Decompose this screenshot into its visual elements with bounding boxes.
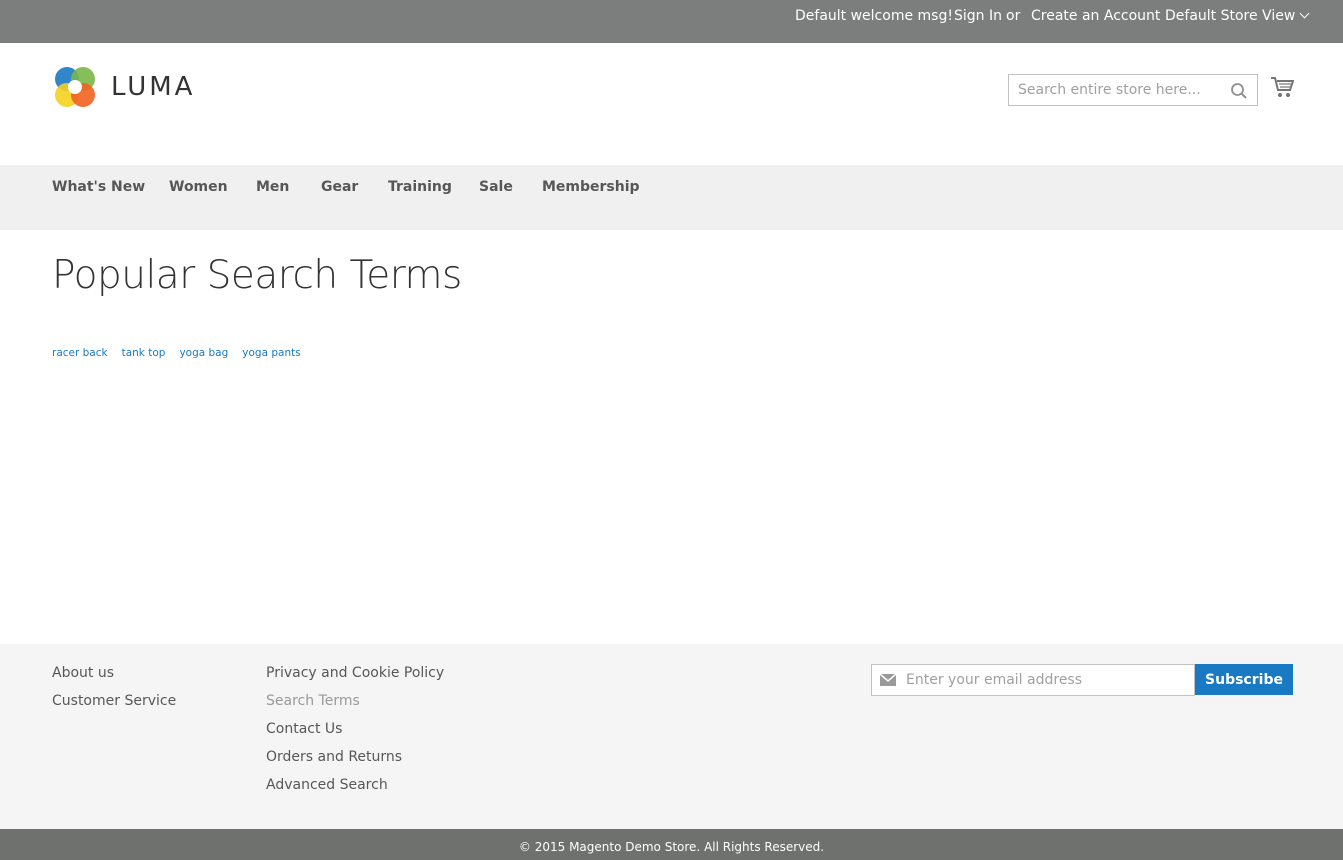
create-account-link[interactable]: Create an Account [1031,8,1160,24]
footer-link-orders-returns[interactable]: Orders and Returns [266,749,402,765]
chevron-down-icon [1299,8,1310,19]
footer-link-privacy-policy[interactable]: Privacy and Cookie Policy [266,665,444,681]
nav-item-membership[interactable]: Membership [542,179,640,195]
logo-text: LUMA [111,72,196,102]
search-icon[interactable] [1230,82,1248,100]
store-view-label: Default Store View [1165,8,1296,24]
nav-item-sale[interactable]: Sale [479,179,513,195]
nav-item-training[interactable]: Training [388,179,452,195]
newsletter-email-input[interactable] [906,665,1186,695]
store-view-switcher[interactable]: Default Store View [1165,8,1310,24]
search-term-link[interactable]: tank top [122,347,166,359]
top-bar: Default welcome msg! Sign In or Create a… [0,0,1343,43]
search-term-link[interactable]: racer back [52,347,108,359]
newsletter-field[interactable] [871,664,1195,696]
search-terms-list: racer back tank top yoga bag yoga pants [52,347,315,359]
sign-in-link[interactable]: Sign In [954,8,1002,24]
luma-logo-icon [55,67,95,107]
page-title: Popular Search Terms [52,253,462,298]
footer-link-search-terms-current: Search Terms [266,693,360,709]
header: LUMA [0,43,1343,165]
nav-item-men[interactable]: Men [256,179,289,195]
footer-link-customer-service[interactable]: Customer Service [52,693,176,709]
nav-item-gear[interactable]: Gear [321,179,358,195]
footer-link-advanced-search[interactable]: Advanced Search [266,777,388,793]
main-navigation: What's New Women Men Gear Training Sale … [0,165,1343,230]
nav-item-women[interactable]: Women [169,179,228,195]
search-field[interactable] [1008,74,1258,106]
search-term-link[interactable]: yoga pants [242,347,300,359]
logo[interactable]: LUMA [52,65,202,109]
subscribe-button[interactable]: Subscribe [1195,664,1293,695]
cart-icon[interactable] [1270,75,1294,99]
footer-link-about-us[interactable]: About us [52,665,114,681]
search-term-link[interactable]: yoga bag [179,347,228,359]
envelope-icon [880,674,896,686]
or-text: or [1006,8,1021,24]
welcome-message: Default welcome msg! [795,8,953,24]
copyright: © 2015 Magento Demo Store. All Rights Re… [0,829,1343,860]
footer: About us Customer Service Privacy and Co… [0,644,1343,829]
nav-item-whats-new[interactable]: What's New [52,179,145,195]
footer-link-contact-us[interactable]: Contact Us [266,721,342,737]
search-input[interactable] [1009,75,1219,105]
